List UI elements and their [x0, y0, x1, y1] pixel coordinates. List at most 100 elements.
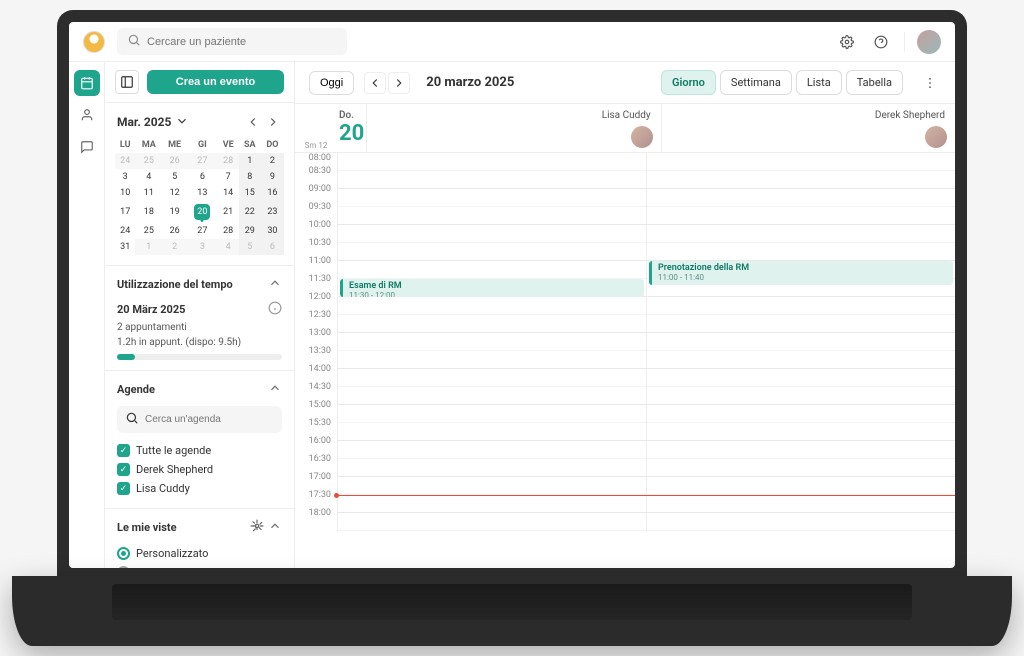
mini-cal-day[interactable]: 17 — [115, 201, 135, 223]
search-icon — [125, 411, 139, 428]
mini-cal-day[interactable]: 11 — [135, 185, 162, 201]
topbar — [69, 22, 955, 62]
time-label: 13:30 — [295, 346, 337, 364]
mini-cal-day[interactable]: 12 — [162, 185, 187, 201]
mini-cal-day[interactable]: 4 — [218, 239, 239, 255]
mini-cal-day[interactable]: 25 — [135, 153, 162, 169]
rail-calendar[interactable] — [74, 70, 100, 96]
create-event-button[interactable]: Crea un evento — [147, 70, 284, 94]
settings-icon[interactable] — [836, 31, 858, 53]
mini-cal-month[interactable]: Mar. 2025 — [117, 114, 189, 131]
day-column[interactable]: Esame di RM11:30 - 12:00 — [337, 153, 646, 531]
mini-cal-day[interactable]: 7 — [218, 169, 239, 185]
usage-title: Utilizzazione del tempo — [117, 278, 233, 291]
views-settings-icon[interactable] — [250, 519, 264, 536]
search-input[interactable] — [147, 36, 337, 48]
agenda-item[interactable]: ✓Derek Shepherd — [117, 460, 282, 479]
patient-search[interactable] — [117, 28, 347, 55]
person-avatar — [925, 126, 947, 148]
mini-cal-day[interactable]: 24 — [115, 153, 135, 169]
help-icon[interactable] — [870, 31, 892, 53]
mini-cal-day[interactable]: 27 — [187, 153, 218, 169]
event-time: 11:30 - 12:00 — [349, 291, 638, 297]
panel-toggle[interactable] — [115, 70, 139, 94]
mini-cal-day[interactable]: 26 — [162, 223, 187, 239]
mini-cal-day[interactable]: 6 — [261, 239, 284, 255]
mini-cal-day[interactable]: 18 — [135, 201, 162, 223]
cal-prev[interactable] — [364, 72, 386, 94]
mini-cal-day[interactable]: 23 — [261, 201, 284, 223]
view-tab-tabella[interactable]: Tabella — [846, 70, 903, 95]
calendar-event[interactable]: Prenotazione della RM11:00 - 11:40 — [649, 261, 953, 285]
mini-cal-day[interactable]: 26 — [162, 153, 187, 169]
mini-cal-prev[interactable] — [244, 113, 262, 131]
mini-cal-day[interactable]: 10 — [115, 185, 135, 201]
mini-cal-day[interactable]: 6 — [187, 169, 218, 185]
person-name: Lisa Cuddy — [602, 110, 651, 121]
view-option[interactable]: Gruppo — [117, 563, 282, 568]
mini-cal-day[interactable]: 13 — [187, 185, 218, 201]
more-menu[interactable] — [919, 72, 941, 94]
mini-cal-day[interactable]: 1 — [135, 239, 162, 255]
time-label: 15:00 — [295, 400, 337, 418]
weekday-header: SA — [239, 137, 261, 153]
time-label: 08:30 — [295, 166, 337, 184]
mini-cal-day[interactable]: 9 — [261, 169, 284, 185]
mini-cal-day[interactable]: 4 — [135, 169, 162, 185]
time-label: 11:30 — [295, 274, 337, 292]
agenda-search-input[interactable] — [145, 414, 277, 425]
mini-cal-day[interactable]: 29 — [239, 223, 261, 239]
day-column[interactable]: Prenotazione della RM11:00 - 11:40 — [646, 153, 955, 531]
cal-next[interactable] — [388, 72, 410, 94]
usage-detail: 1.2h in appunt. (dispo: 9.5h) — [117, 337, 282, 348]
mini-cal-day[interactable]: 22 — [239, 201, 261, 223]
mini-cal-next[interactable] — [264, 113, 282, 131]
agendas-collapse[interactable] — [268, 381, 282, 398]
weekday-header: ME — [162, 137, 187, 153]
mini-cal-day[interactable]: 3 — [115, 169, 135, 185]
mini-cal-day[interactable]: 15 — [239, 185, 261, 201]
rail-messages[interactable] — [74, 134, 100, 160]
mini-cal-day[interactable]: 2 — [162, 239, 187, 255]
view-tab-lista[interactable]: Lista — [796, 70, 842, 95]
mini-cal-day[interactable]: 25 — [135, 223, 162, 239]
mini-cal-day[interactable]: 2 — [261, 153, 284, 169]
mini-cal-day[interactable]: 16 — [261, 185, 284, 201]
today-button[interactable]: Oggi — [309, 71, 354, 95]
mini-cal-day[interactable]: 19 — [162, 201, 187, 223]
info-icon[interactable] — [268, 301, 282, 318]
view-option[interactable]: Personalizzato — [117, 544, 282, 563]
search-icon — [127, 33, 141, 50]
mini-cal-day[interactable]: 21 — [218, 201, 239, 223]
rail-patients[interactable] — [74, 102, 100, 128]
usage-collapse[interactable] — [268, 276, 282, 293]
mini-cal-day[interactable]: 5 — [162, 169, 187, 185]
mini-cal-day[interactable]: 28 — [218, 153, 239, 169]
agenda-item[interactable]: ✓Tutte le agende — [117, 441, 282, 460]
user-avatar[interactable] — [917, 30, 941, 54]
current-date-label: 20 marzo 2025 — [426, 75, 514, 90]
mini-cal-day[interactable]: 14 — [218, 185, 239, 201]
mini-cal-day[interactable]: 30 — [261, 223, 284, 239]
time-label: 17:00 — [295, 472, 337, 490]
day-number: 20 — [339, 121, 364, 146]
mini-cal-day[interactable]: 28 — [218, 223, 239, 239]
mini-cal-day[interactable]: 5 — [239, 239, 261, 255]
event-title: Prenotazione della RM — [658, 263, 947, 273]
calendar-event[interactable]: Esame di RM11:30 - 12:00 — [340, 279, 644, 297]
agenda-item[interactable]: ✓Lisa Cuddy — [117, 479, 282, 498]
mini-cal-day[interactable]: 27 — [187, 223, 218, 239]
agenda-search[interactable] — [117, 406, 282, 433]
views-collapse[interactable] — [268, 519, 282, 536]
mini-cal-day[interactable]: 24 — [115, 223, 135, 239]
current-time-indicator — [337, 495, 955, 496]
mini-cal-day[interactable]: 8 — [239, 169, 261, 185]
view-tab-settimana[interactable]: Settimana — [720, 70, 792, 95]
mini-cal-day[interactable]: 1 — [239, 153, 261, 169]
mini-cal-day[interactable]: 31 — [115, 239, 135, 255]
mini-cal-day[interactable]: 3 — [187, 239, 218, 255]
event-title: Esame di RM — [349, 281, 638, 291]
checkbox-icon: ✓ — [117, 463, 130, 476]
view-tab-giorno[interactable]: Giorno — [661, 70, 716, 95]
mini-cal-day[interactable]: 20 — [187, 201, 218, 223]
